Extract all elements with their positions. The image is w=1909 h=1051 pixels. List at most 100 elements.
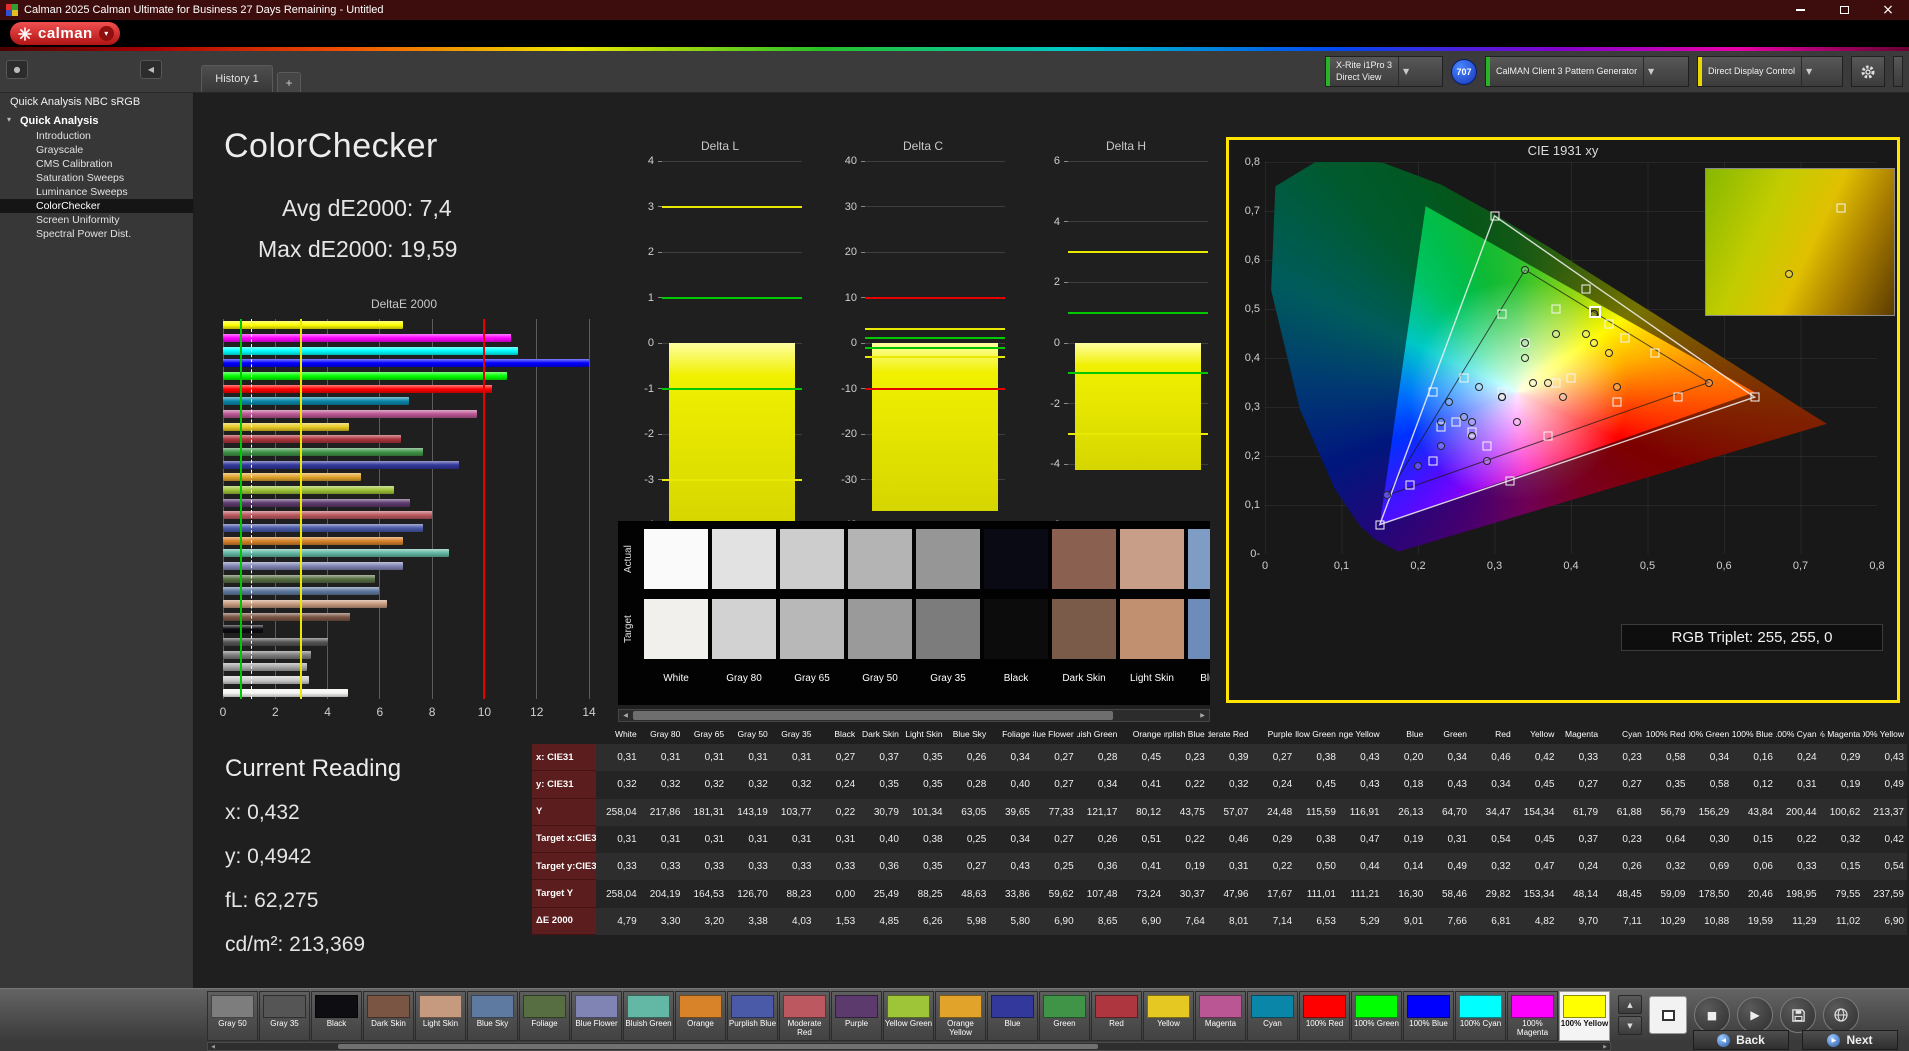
table-cell-x-cie31-100-blue: 0,16 [1732, 744, 1776, 772]
patch-button-orange[interactable]: Orange [675, 991, 726, 1041]
sidebar-item-cms-calibration[interactable]: CMS Calibration [0, 157, 193, 171]
patch-button-gray-50[interactable]: Gray 50 [207, 991, 258, 1041]
patch-label: Green [1053, 1019, 1076, 1028]
deltae-bar-gray-35 [223, 638, 329, 646]
patch-button-100-cyan[interactable]: 100% Cyan [1455, 991, 1506, 1041]
stop-button[interactable]: ■ [1694, 997, 1730, 1033]
calman-star-icon [18, 26, 32, 41]
patch-button-gray-35[interactable]: Gray 35 [259, 991, 310, 1041]
patch-button-bluish-green[interactable]: Bluish Green [623, 991, 674, 1041]
horizontal-scrollbar[interactable]: ◀ ▶ [207, 1042, 1611, 1051]
patch-button-100-magenta[interactable]: 100% Magenta [1507, 991, 1558, 1041]
deltae-gridline [536, 319, 538, 699]
swatch-scrollbar[interactable]: ◀ ▶ [618, 709, 1210, 722]
rgb-triplet-readout: RGB Triplet: 255, 255, 0 [1621, 624, 1883, 651]
patch-button-orange-yellow[interactable]: Orange Yellow [935, 991, 986, 1041]
window-controls: × [1791, 0, 1905, 20]
delta-l-plot: 43210-1-2-3-4 [644, 155, 802, 531]
table-cell-y-cie31-blue-sky: 0,28 [945, 771, 990, 799]
settings-button[interactable] [1851, 56, 1885, 87]
patch-button-100-blue[interactable]: 100% Blue [1403, 991, 1454, 1041]
patch-button-magenta[interactable]: Magenta [1195, 991, 1246, 1041]
sidebar-item-grayscale[interactable]: Grayscale [0, 143, 193, 157]
swatch-scrollbar-thumb[interactable] [633, 711, 1113, 720]
current-reading-fl: fL: 62,275 [225, 889, 319, 912]
delta-l-error-bar [669, 343, 795, 525]
overflow-button[interactable] [1893, 56, 1903, 87]
scroll-right-icon[interactable]: ▶ [1600, 1043, 1610, 1050]
toolbar-down-button[interactable]: ▼ [1618, 1016, 1642, 1035]
patch-button-100-red[interactable]: 100% Red [1299, 991, 1350, 1041]
table-cell-e-2000-purplish-blue: 7,64 [1164, 907, 1208, 935]
sidebar-item-introduction[interactable]: Introduction [0, 129, 193, 143]
scrollbar-thumb[interactable] [338, 1044, 1098, 1049]
patch-button-100-green[interactable]: 100% Green [1351, 991, 1402, 1041]
play-button[interactable]: ▶ [1737, 997, 1773, 1033]
cie-measured-marker-100-magenta [1482, 456, 1491, 465]
sidebar-item-quick-analysis-root[interactable]: Quick Analysis [0, 113, 193, 129]
sidebar-item-colorchecker[interactable]: ColorChecker [0, 199, 193, 213]
patch-button-red[interactable]: Red [1091, 991, 1142, 1041]
sidebar-options-button[interactable]: ● [6, 60, 28, 79]
save-button[interactable] [1780, 997, 1816, 1033]
pattern-window-button[interactable] [1649, 996, 1687, 1034]
patch-button-black[interactable]: Black [311, 991, 362, 1041]
patch-button-blue-flower[interactable]: Blue Flower [571, 991, 622, 1041]
close-button[interactable]: × [1879, 2, 1897, 18]
delta-axis-tick-label: 10 [844, 291, 857, 304]
patch-button-cyan[interactable]: Cyan [1247, 991, 1298, 1041]
delta-axis-tick-label: 1 [647, 291, 654, 304]
table-cell-target-y-cie31-gray-80: 0,33 [639, 853, 684, 881]
meter-dropdown[interactable]: X-Rite i1Pro 3 Direct View ▼ [1325, 56, 1443, 87]
calman-logo-menu[interactable]: calman ▾ [10, 22, 120, 45]
table-cell-y-cie31-100-blue: 0,12 [1732, 771, 1776, 799]
patch-button-100-yellow[interactable]: 100% Yellow [1559, 991, 1610, 1041]
scroll-left-icon[interactable]: ◀ [208, 1043, 218, 1050]
cie-inset-measured-marker [1784, 270, 1793, 279]
deltae-bar-purplish-blue [223, 524, 423, 532]
web-button[interactable] [1823, 997, 1859, 1033]
tab-history-1[interactable]: History 1 [201, 65, 273, 92]
patch-button-dark-skin[interactable]: Dark Skin [363, 991, 414, 1041]
delta-h-chart: Delta H 6420-2-4-6 [1040, 139, 1212, 531]
sidebar-item-luminance-sweeps[interactable]: Luminance Sweeps [0, 185, 193, 199]
patch-button-purple[interactable]: Purple [831, 991, 882, 1041]
table-cell-y-gray-50: 143,19 [727, 798, 771, 826]
target-swatch-gray-50 [848, 599, 912, 659]
patch-button-yellow-green[interactable]: Yellow Green [883, 991, 934, 1041]
patch-button-foliage[interactable]: Foliage [519, 991, 570, 1041]
deltae-bar-100-green [223, 372, 508, 380]
patch-button-blue[interactable]: Blue [987, 991, 1038, 1041]
patch-button-yellow[interactable]: Yellow [1143, 991, 1194, 1041]
cie-1931-chart-panel[interactable]: CIE 1931 xy 0 0,1 0,2 0,3 0,4 0,5 0,6 0,7 0,8 0,8… [1226, 137, 1900, 703]
scroll-right-icon[interactable]: ▶ [1196, 710, 1209, 721]
patch-button-green[interactable]: Green [1039, 991, 1090, 1041]
patch-chip-100-magenta [1511, 995, 1554, 1018]
patch-button-purplish-blue[interactable]: Purplish Blue [727, 991, 778, 1041]
maximize-button[interactable] [1835, 3, 1853, 17]
patch-button-blue-sky[interactable]: Blue Sky [467, 991, 518, 1041]
table-cell-e-2000-100-yellow: 6,90 [1863, 907, 1907, 935]
current-reading-cdm2: cd/m²: 213,369 [225, 933, 366, 956]
table-cell-y-light-skin: 101,34 [901, 798, 946, 826]
swatch-label-blue-sky: Blue Sky [1200, 673, 1210, 684]
delta-c-error-bar [872, 343, 998, 512]
toolbar-up-button[interactable]: ▲ [1618, 995, 1642, 1014]
sidebar-item-spectral-power-dist[interactable]: Spectral Power Dist. [0, 227, 193, 241]
meter-id-badge[interactable]: 707 [1451, 58, 1477, 85]
table-cell-x-cie31-dark-skin: 0,37 [858, 744, 902, 772]
patch-button-moderate-red[interactable]: Moderate Red [779, 991, 830, 1041]
back-button[interactable]: ◀ Back [1693, 1030, 1789, 1050]
next-button[interactable]: ▶ Next [1802, 1030, 1898, 1050]
sidebar-item-saturation-sweeps[interactable]: Saturation Sweeps [0, 171, 193, 185]
sidebar-collapse-button[interactable]: ◀ [140, 60, 162, 79]
minimize-button[interactable] [1791, 3, 1809, 17]
pattern-generator-dropdown[interactable]: CalMAN Client 3 Pattern Generator ▼ [1485, 56, 1689, 87]
patch-button-light-skin[interactable]: Light Skin [415, 991, 466, 1041]
display-control-dropdown[interactable]: Direct Display Control ▼ [1697, 56, 1843, 87]
sidebar-item-screen-uniformity[interactable]: Screen Uniformity [0, 213, 193, 227]
add-tab-button[interactable]: + [277, 72, 301, 92]
delta-h-error-bar [1075, 343, 1201, 471]
scroll-left-icon[interactable]: ◀ [619, 710, 632, 721]
table-cell-y-cie31-dark-skin: 0,35 [858, 771, 902, 799]
